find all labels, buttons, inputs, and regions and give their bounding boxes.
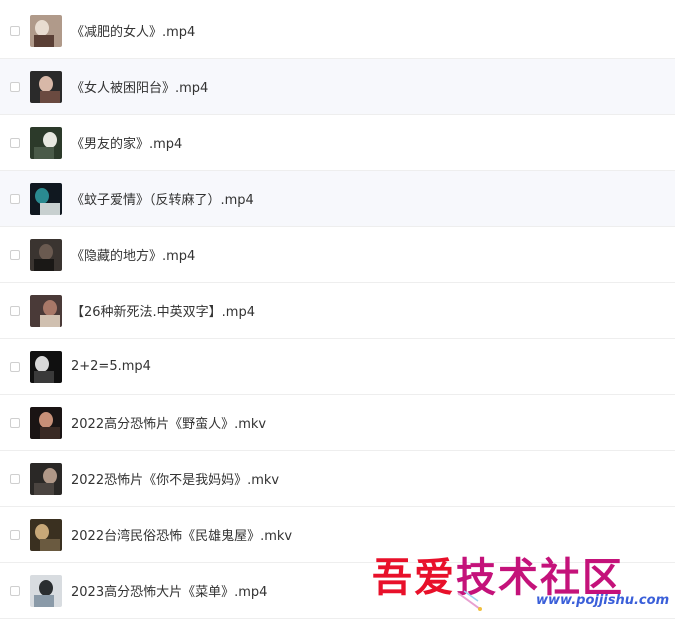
select-checkbox[interactable] bbox=[10, 305, 20, 316]
video-thumbnail[interactable] bbox=[30, 574, 62, 607]
sparkle-icon bbox=[457, 590, 482, 611]
select-checkbox[interactable] bbox=[10, 81, 20, 92]
video-thumbnail[interactable] bbox=[30, 350, 62, 383]
video-thumbnail[interactable] bbox=[30, 182, 62, 215]
file-row[interactable]: 2+2=5.mp4 bbox=[0, 339, 675, 395]
file-name[interactable]: 《减肥的女人》.mp4 bbox=[71, 21, 195, 40]
video-thumbnail[interactable] bbox=[30, 294, 62, 327]
file-name[interactable]: 《蚊子爱情》（反转麻了）.mp4 bbox=[71, 189, 254, 208]
file-row[interactable]: 2022高分恐怖片《野蛮人》.mkv bbox=[0, 395, 675, 451]
file-row[interactable]: 《女人被困阳台》.mp4 bbox=[0, 59, 675, 115]
file-name[interactable]: 2022恐怖片《你不是我妈妈》.mkv bbox=[71, 469, 279, 488]
file-name[interactable]: 【26种新死法.中英双字】.mp4 bbox=[71, 301, 255, 320]
file-row[interactable]: 《蚊子爱情》（反转麻了）.mp4 bbox=[0, 171, 675, 227]
video-thumbnail[interactable] bbox=[30, 518, 62, 551]
file-list: 《减肥的女人》.mp4 《女人被困阳台》.mp4 《男友的家》.mp4 《蚊子爱… bbox=[0, 0, 675, 625]
file-row[interactable]: 2022恐怖片《你不是我妈妈》.mkv bbox=[0, 451, 675, 507]
select-checkbox[interactable] bbox=[10, 585, 20, 596]
watermark-title-part-a: 吾爱 bbox=[372, 554, 456, 601]
file-row[interactable]: 《隐藏的地方》.mp4 bbox=[0, 227, 675, 283]
file-row[interactable]: 《男友的家》.mp4 bbox=[0, 115, 675, 171]
video-thumbnail[interactable] bbox=[30, 126, 62, 159]
file-name[interactable]: 《隐藏的地方》.mp4 bbox=[71, 245, 195, 264]
file-name[interactable]: 《男友的家》.mp4 bbox=[71, 133, 182, 152]
select-checkbox[interactable] bbox=[10, 361, 20, 372]
video-thumbnail[interactable] bbox=[30, 462, 62, 495]
video-thumbnail[interactable] bbox=[30, 70, 62, 103]
file-name[interactable]: 2022高分恐怖片《野蛮人》.mkv bbox=[71, 413, 266, 432]
file-name[interactable]: 2022台湾民俗恐怖《民雄鬼屋》.mkv bbox=[71, 525, 292, 544]
select-checkbox[interactable] bbox=[10, 249, 20, 260]
select-checkbox[interactable] bbox=[10, 417, 20, 428]
select-checkbox[interactable] bbox=[10, 137, 20, 148]
file-name[interactable]: 2+2=5.mp4 bbox=[71, 359, 151, 374]
watermark-url: www.pojjishu.com bbox=[536, 593, 670, 608]
video-thumbnail[interactable] bbox=[30, 238, 62, 271]
select-checkbox[interactable] bbox=[10, 473, 20, 484]
file-name[interactable]: 2023高分恐怖大片《菜单》.mp4 bbox=[71, 581, 267, 600]
file-row[interactable]: 《减肥的女人》.mp4 bbox=[0, 3, 675, 59]
select-checkbox[interactable] bbox=[10, 25, 20, 36]
select-checkbox[interactable] bbox=[10, 529, 20, 540]
file-row[interactable]: 【26种新死法.中英双字】.mp4 bbox=[0, 283, 675, 339]
video-thumbnail[interactable] bbox=[30, 14, 62, 47]
video-thumbnail[interactable] bbox=[30, 406, 62, 439]
file-name[interactable]: 《女人被困阳台》.mp4 bbox=[71, 77, 208, 96]
site-watermark: 吾爱技术社区 www.pojjishu.com bbox=[372, 545, 672, 623]
select-checkbox[interactable] bbox=[10, 193, 20, 204]
